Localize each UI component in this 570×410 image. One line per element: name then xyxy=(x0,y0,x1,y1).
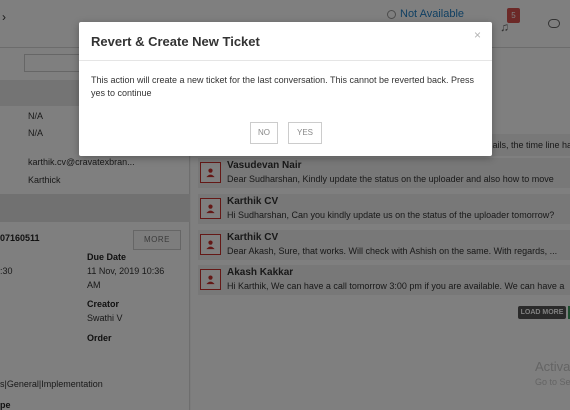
dialog-title: Revert & Create New Ticket xyxy=(91,34,260,49)
divider xyxy=(79,60,492,61)
dialog-message: This action will create a new ticket for… xyxy=(91,75,475,98)
close-icon[interactable]: × xyxy=(474,28,481,42)
yes-button[interactable]: YES xyxy=(288,122,322,144)
no-button[interactable]: NO xyxy=(250,122,278,144)
revert-ticket-dialog: Revert & Create New Ticket × This action… xyxy=(79,22,492,156)
